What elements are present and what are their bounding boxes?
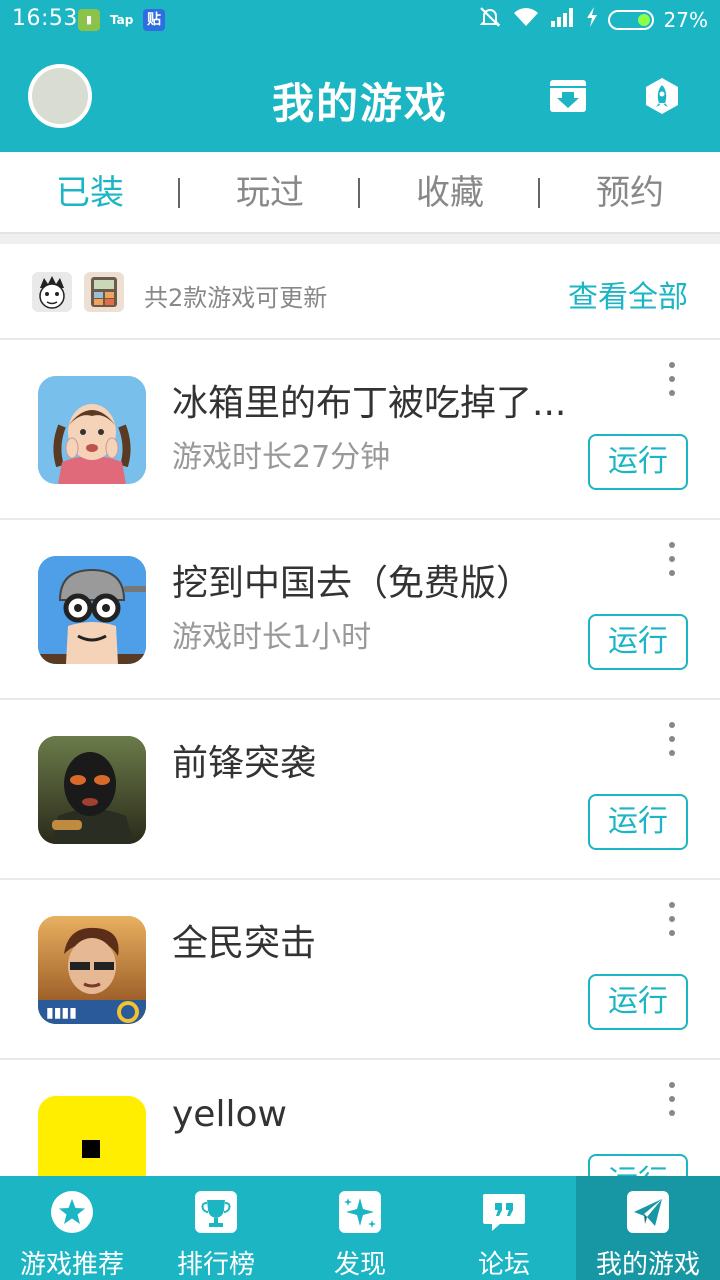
wifi-icon [512,6,540,33]
tab-reserved[interactable]: 预约 [540,152,720,232]
more-options-icon[interactable] [662,362,682,396]
more-options-icon[interactable] [662,542,682,576]
nav-my-games[interactable]: 我的游戏 [576,1176,720,1280]
battery-icon [607,9,654,30]
game-row[interactable]: 冰箱里的布丁被吃掉了... 游戏时长27分钟 运行 [0,340,720,520]
status-time: 16:53 [12,6,78,31]
charging-icon [586,6,598,33]
tap-app-icon: Tap [110,13,134,27]
nav-game-recommend[interactable]: 游戏推荐 [0,1176,144,1280]
view-all-link[interactable]: 查看全部 [568,272,688,316]
game-name: 挖到中国去（免费版） [172,563,533,604]
tab-installed[interactable]: 已装 [0,152,180,232]
tab-favorites[interactable]: 收藏 [360,152,540,232]
nav-ranking[interactable]: 排行榜 [144,1176,288,1280]
calculator-game-icon [84,272,124,312]
paper-plane-icon [626,1190,670,1234]
update-count-text: 共2款游戏可更新 [144,284,328,312]
game-row[interactable]: 前锋突袭 运行 [0,700,720,880]
run-button[interactable]: 运行 [588,794,688,850]
tieba-app-icon: 贴 [143,9,165,31]
game-name: 前锋突袭 [172,743,317,784]
more-options-icon[interactable] [662,1082,682,1116]
tab-bar: 已装 玩过 收藏 预约 [0,152,720,234]
quote-chat-icon [482,1190,526,1234]
app-header: 我的游戏 [0,40,720,152]
national-assault-game-icon[interactable]: ▮▮▮▮ [38,916,146,1024]
more-options-icon[interactable] [662,902,682,936]
nav-discover[interactable]: 发现 [288,1176,432,1280]
tab-played[interactable]: 玩过 [180,152,360,232]
run-button[interactable]: 运行 [588,974,688,1030]
pudding-game-icon[interactable] [38,376,146,484]
page-title: 我的游戏 [271,79,448,128]
battery-percent: 27% [663,7,708,32]
alarm-off-icon [478,6,502,33]
game-name: yellow [172,1094,287,1135]
status-bar: 16:53 ▮ Tap 贴 27% [0,0,720,40]
svg-text:▮▮▮▮: ▮▮▮▮ [46,1005,77,1021]
update-banner[interactable]: 共2款游戏可更新 查看全部 [0,244,720,340]
game-name: 冰箱里的布丁被吃掉了... [172,383,567,424]
game-playtime: 游戏时长1小时 [172,620,372,655]
game-row[interactable]: ▮▮▮▮ 全民突击 运行 [0,880,720,1060]
star-icon [50,1190,94,1234]
download-box-icon[interactable] [548,76,588,116]
trophy-icon [194,1190,238,1234]
signal-icon [550,6,576,33]
bottom-nav: 游戏推荐 排行榜 发现 论坛 我的游戏 [0,1176,720,1280]
run-button[interactable]: 运行 [588,434,688,490]
game-name: 全民突击 [172,923,317,964]
nav-forum[interactable]: 论坛 [432,1176,576,1280]
sparkle-icon [338,1190,382,1234]
more-options-icon[interactable] [662,722,682,756]
game-row[interactable]: 挖到中国去（免费版） 游戏时长1小时 运行 [0,520,720,700]
rocket-icon[interactable] [642,76,682,116]
divider [0,234,720,244]
cartoon-face-game-icon [32,272,72,312]
run-button[interactable]: 运行 [588,614,688,670]
game-playtime: 游戏时长27分钟 [172,440,391,475]
dig-to-china-game-icon[interactable] [38,556,146,664]
strike-game-icon[interactable] [38,736,146,844]
sim-app-icon: ▮ [78,9,100,31]
